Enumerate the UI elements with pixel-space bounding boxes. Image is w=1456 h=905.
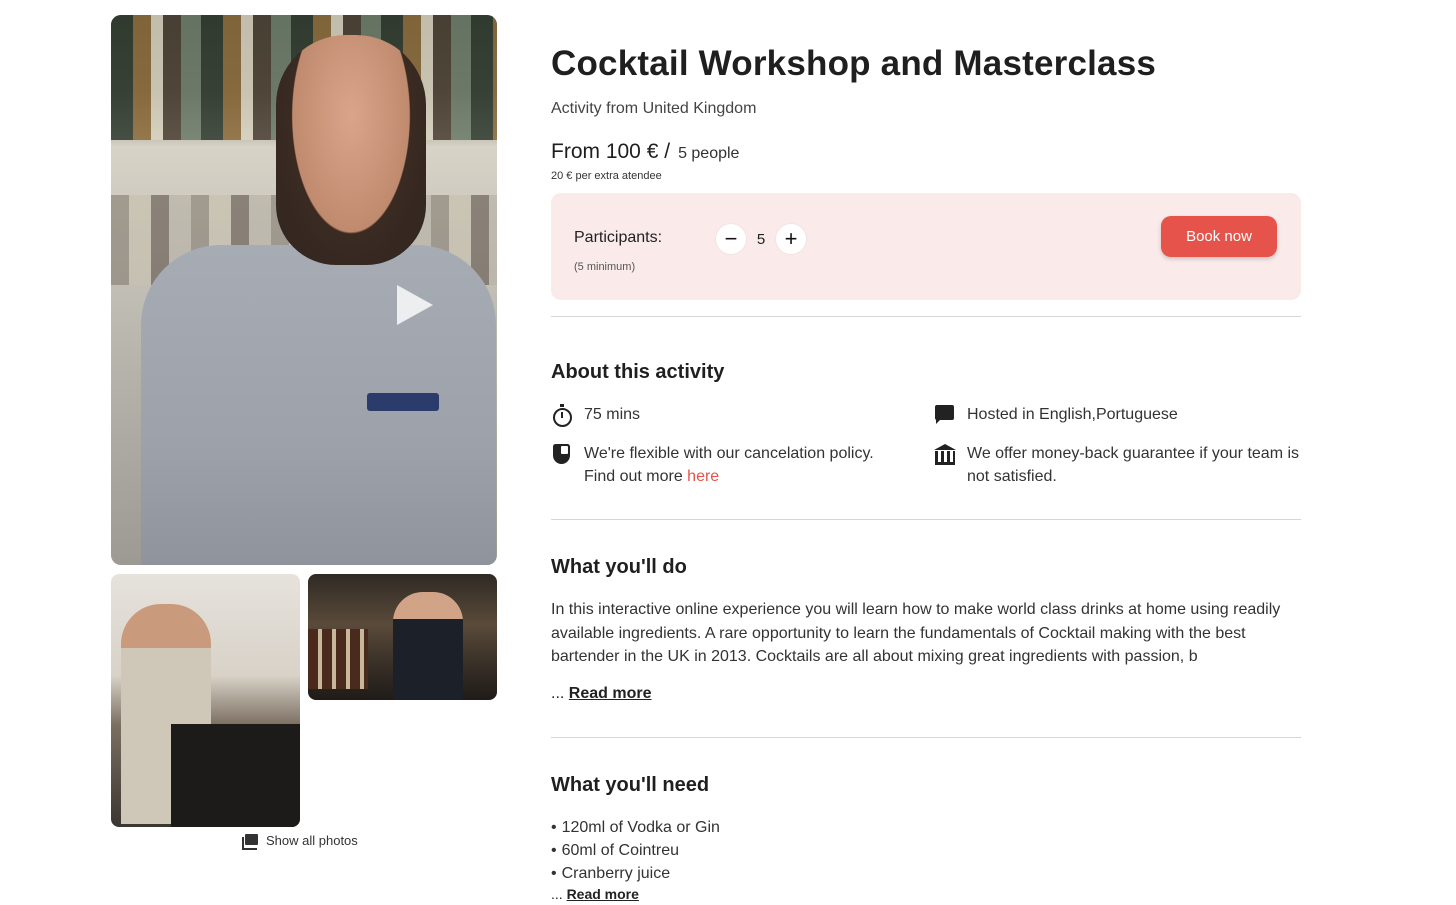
book-now-button[interactable]: Book now xyxy=(1161,216,1277,257)
hero-video[interactable] xyxy=(111,15,497,565)
host-torso xyxy=(141,245,496,565)
extra-attendee-price: 20 € per extra atendee xyxy=(551,170,662,182)
host-head xyxy=(276,35,426,265)
timer-icon xyxy=(551,404,572,427)
guarantee-feature: We offer money-back guarantee if your te… xyxy=(934,442,1301,488)
about-heading: About this activity xyxy=(551,361,725,383)
participants-value: 5 xyxy=(756,230,766,248)
do-read-more-link[interactable]: Read more xyxy=(569,685,652,702)
play-icon[interactable] xyxy=(397,285,433,325)
do-read-more-line: ... Read more xyxy=(551,685,652,703)
language-text: Hosted in English,Portuguese xyxy=(967,406,1178,423)
what-youll-do-text: In this interactive online experience yo… xyxy=(551,601,1281,665)
list-item: Cranberry juice xyxy=(551,862,720,885)
ellipsis: ... xyxy=(551,886,563,902)
needs-list: 120ml of Vodka or Gin 60ml of Cointreu C… xyxy=(551,816,720,886)
need-read-more-line: ... Read more xyxy=(551,886,639,902)
what-youll-do-heading: What you'll do xyxy=(551,556,687,578)
price-people: 5 people xyxy=(678,145,740,162)
price-line: From 100 € / 5 people xyxy=(551,140,739,164)
cancel-policy-feature: We're flexible with our cancelation poli… xyxy=(551,442,911,488)
booking-panel: Participants: (5 minimum) − 5 + Book now xyxy=(551,193,1301,300)
photo-thumbnail-2[interactable] xyxy=(308,574,497,700)
shield-icon xyxy=(551,443,572,464)
activity-origin: Activity from United Kingdom xyxy=(551,100,757,117)
decrement-button[interactable]: − xyxy=(716,224,746,254)
list-item: 60ml of Cointreu xyxy=(551,839,720,862)
need-read-more-link[interactable]: Read more xyxy=(567,886,639,902)
guarantee-text: We offer money-back guarantee if your te… xyxy=(967,445,1300,485)
duration-feature: 75 mins xyxy=(551,403,911,427)
chat-icon xyxy=(934,404,955,425)
show-all-photos-link[interactable]: Show all photos xyxy=(242,833,358,850)
what-youll-need-heading: What you'll need xyxy=(551,774,710,796)
list-item: 120ml of Vodka or Gin xyxy=(551,816,720,839)
participants-minimum: (5 minimum) xyxy=(574,261,636,273)
cancel-policy-line: We're flexible with our cancelation poli… xyxy=(584,445,874,462)
show-all-photos-label: Show all photos xyxy=(266,833,358,848)
bartender-figure xyxy=(393,592,463,700)
language-feature: Hosted in English,Portuguese xyxy=(934,403,1301,426)
duration-text: 75 mins xyxy=(584,406,641,423)
bar-counter xyxy=(171,724,300,827)
page-title: Cocktail Workshop and Masterclass xyxy=(551,44,1157,83)
price-amount: From 100 € / xyxy=(551,140,671,163)
shirt-pocket xyxy=(367,393,439,411)
photo-thumbnail-1[interactable] xyxy=(111,574,300,827)
cancel-policy-link[interactable]: here xyxy=(687,468,719,485)
divider xyxy=(551,316,1301,317)
photo-library-icon xyxy=(242,833,258,850)
increment-button[interactable]: + xyxy=(776,224,806,254)
participants-stepper: − 5 + xyxy=(716,224,806,254)
bank-icon xyxy=(934,443,956,465)
divider xyxy=(551,737,1301,738)
ellipsis: ... xyxy=(551,685,565,702)
bottles xyxy=(308,629,368,689)
participants-label: Participants: xyxy=(574,229,663,246)
cancel-policy-text: We're flexible with our cancelation poli… xyxy=(584,442,874,488)
divider xyxy=(551,519,1301,520)
cancel-more-text: Find out more xyxy=(584,468,683,485)
